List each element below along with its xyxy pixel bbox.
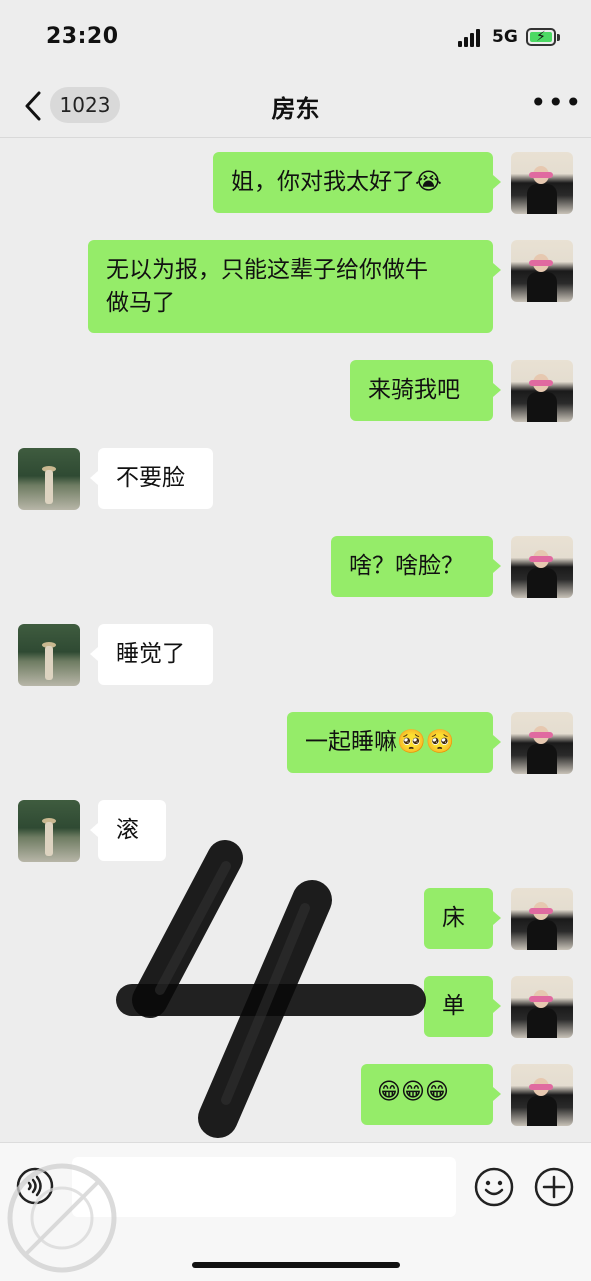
emoji-icon[interactable] bbox=[474, 1167, 514, 1207]
bubble-tail bbox=[493, 263, 501, 277]
message-input[interactable] bbox=[72, 1157, 456, 1217]
bubble-tail bbox=[493, 175, 501, 189]
my-message-bubble[interactable]: 床 bbox=[424, 888, 493, 949]
my-message-bubble[interactable]: 啥？啥脸？ bbox=[331, 536, 493, 597]
charging-bolt-icon: ⚡ bbox=[536, 29, 546, 45]
bubble-tail bbox=[493, 1087, 501, 1101]
message-line: 无以为报，只能这辈子给你做牛 bbox=[106, 257, 428, 283]
bubble-tail bbox=[493, 559, 501, 573]
my-message-bubble[interactable]: 😁😁😁 bbox=[361, 1064, 493, 1125]
my-message-bubble[interactable]: 来骑我吧 bbox=[350, 360, 493, 421]
my-avatar[interactable] bbox=[511, 888, 573, 950]
contact-message-bubble[interactable]: 不要脸 bbox=[98, 448, 213, 509]
my-avatar[interactable] bbox=[511, 152, 573, 214]
unread-count-badge[interactable]: 1023 bbox=[50, 87, 120, 123]
status-time: 23:20 bbox=[46, 24, 119, 49]
input-bar bbox=[0, 1142, 591, 1281]
my-avatar[interactable] bbox=[511, 712, 573, 774]
my-avatar[interactable] bbox=[511, 240, 573, 302]
contact-avatar[interactable] bbox=[18, 448, 80, 510]
signal-icon bbox=[458, 29, 484, 47]
more-dots-icon[interactable]: ••• bbox=[530, 89, 582, 119]
battery-icon: ⚡ bbox=[526, 28, 556, 46]
contact-message-bubble[interactable]: 滚 bbox=[98, 800, 166, 861]
my-avatar[interactable] bbox=[511, 1064, 573, 1126]
contact-avatar[interactable] bbox=[18, 800, 80, 862]
network-label: 5G bbox=[492, 27, 518, 47]
my-message-bubble[interactable]: 单 bbox=[424, 976, 493, 1037]
chevron-left-icon[interactable] bbox=[22, 89, 46, 123]
bubble-tail bbox=[90, 647, 98, 661]
my-message-bubble[interactable]: 姐，你对我太好了😭 bbox=[213, 152, 493, 213]
my-avatar[interactable] bbox=[511, 360, 573, 422]
plus-icon[interactable] bbox=[534, 1167, 574, 1207]
bubble-tail bbox=[493, 735, 501, 749]
my-avatar[interactable] bbox=[511, 536, 573, 598]
bubble-tail bbox=[493, 999, 501, 1013]
bubble-tail bbox=[493, 911, 501, 925]
message-line: 做马了 bbox=[106, 290, 175, 316]
chat-header: 1023 房东 ••• bbox=[0, 75, 591, 138]
my-message-bubble[interactable]: 一起睡嘛🥺🥺 bbox=[287, 712, 493, 773]
battery-cap bbox=[557, 34, 560, 41]
my-avatar[interactable] bbox=[511, 976, 573, 1038]
bubble-tail bbox=[90, 823, 98, 837]
home-indicator bbox=[192, 1262, 400, 1268]
voice-icon[interactable] bbox=[16, 1167, 54, 1205]
status-bar: 23:20 5G ⚡ bbox=[0, 0, 591, 75]
bubble-tail bbox=[90, 471, 98, 485]
my-message-bubble[interactable]: 无以为报，只能这辈子给你做牛 做马了 bbox=[88, 240, 493, 333]
bubble-tail bbox=[493, 383, 501, 397]
contact-message-bubble[interactable]: 睡觉了 bbox=[98, 624, 213, 685]
contact-avatar[interactable] bbox=[18, 624, 80, 686]
